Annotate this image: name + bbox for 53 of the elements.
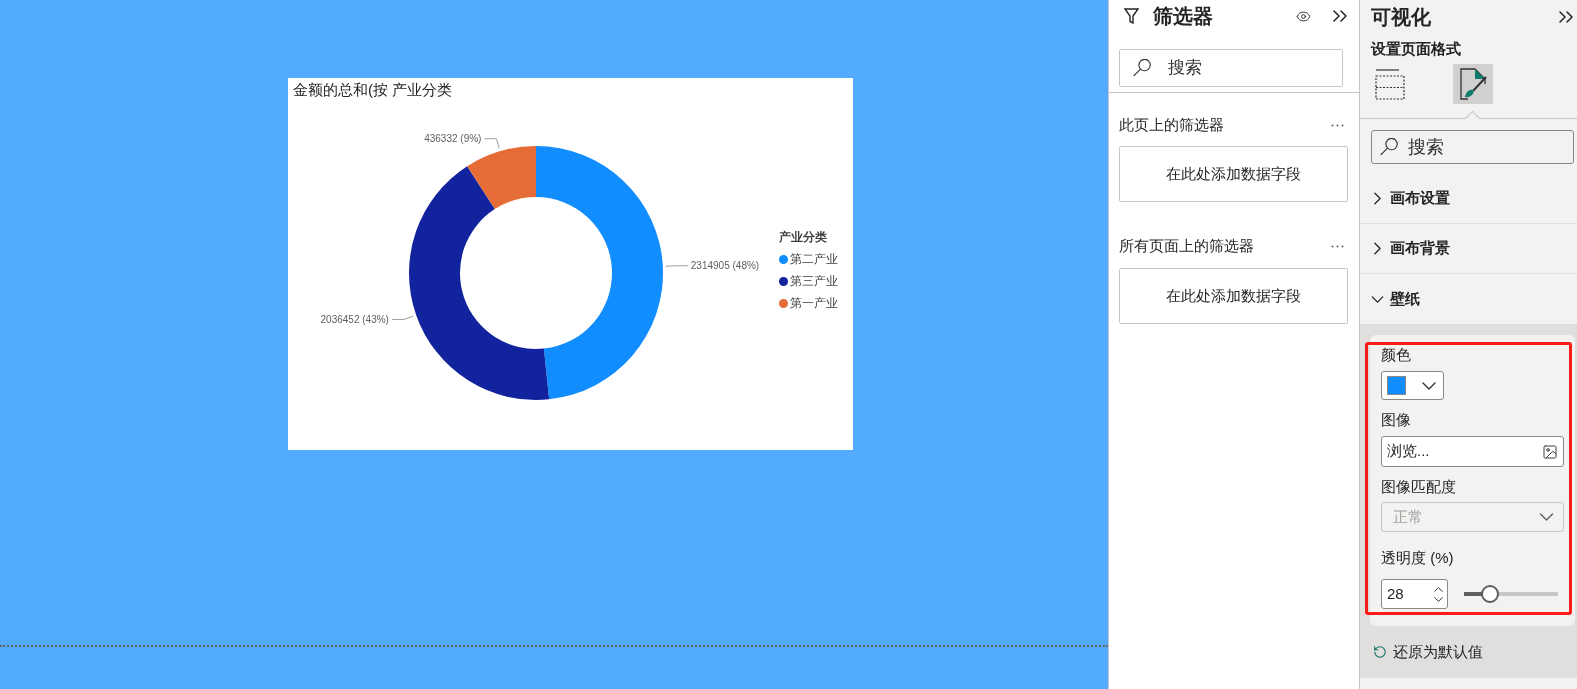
- search-field[interactable]: 搜索: [1371, 130, 1574, 164]
- section-header[interactable]: 画布背景: [1360, 224, 1577, 274]
- transparency-slider[interactable]: [1464, 585, 1558, 603]
- legend-label: 第三产业: [790, 273, 838, 289]
- eye-icon[interactable]: [1296, 8, 1311, 24]
- data-label: 2036452 (43%): [320, 313, 389, 325]
- data-label: 2314905 (48%): [690, 260, 760, 272]
- leader-line: [665, 265, 689, 267]
- color-dropdown[interactable]: [1381, 371, 1444, 400]
- drop-zone: 在此处添加数据字段: [1119, 268, 1348, 324]
- legend-marker-icon: [779, 254, 788, 264]
- leader-line: [483, 138, 500, 149]
- collapse-icon[interactable]: [1333, 10, 1348, 22]
- leader-line: [391, 315, 414, 320]
- dashed-rows-icon: [1375, 68, 1405, 100]
- pane-tab[interactable]: [1453, 64, 1493, 104]
- search-icon: [1380, 138, 1398, 156]
- data-label: 436332 (9%): [424, 133, 482, 145]
- field-label: 颜色: [1381, 345, 1412, 365]
- page-brush-icon: [1459, 68, 1487, 100]
- chart-title: 金额的总和(按 产业分类: [293, 81, 453, 99]
- search-field[interactable]: 搜索: [1119, 49, 1343, 87]
- filter-icon: [1124, 8, 1139, 24]
- section-header[interactable]: 画布设置: [1360, 174, 1577, 224]
- pane-subtitle: 设置页面格式: [1371, 39, 1461, 59]
- number-field[interactable]: 28: [1381, 579, 1448, 609]
- section-header[interactable]: 壁纸: [1360, 274, 1577, 324]
- pane-title: 筛选器: [1153, 4, 1213, 28]
- collapse-icon[interactable]: [1559, 11, 1574, 23]
- section-title: 所有页面上的筛选器: [1119, 236, 1254, 256]
- slider-thumb[interactable]: [1481, 585, 1500, 603]
- field-label: 透明度 (%): [1381, 548, 1455, 568]
- section-title: 此页上的筛选器: [1119, 115, 1224, 135]
- more-icon[interactable]: [1331, 123, 1344, 127]
- legend-marker-icon: [779, 276, 788, 286]
- field-label: 图像匹配度: [1381, 477, 1457, 497]
- legend-label: 第二产业: [790, 251, 838, 267]
- legend-label: 第一产业: [790, 295, 838, 311]
- chevron-down-icon: [1422, 381, 1436, 390]
- chevron-down-icon[interactable]: [1434, 596, 1443, 602]
- field-label: 图像: [1381, 410, 1412, 430]
- undo-arrow-icon[interactable]: [1373, 645, 1387, 659]
- drop-zone: 在此处添加数据字段: [1119, 146, 1348, 202]
- image-icon[interactable]: [1542, 443, 1558, 460]
- legend-title: 产业分类: [779, 229, 828, 245]
- chevron-up-icon[interactable]: [1434, 586, 1443, 592]
- file-field[interactable]: 浏览...: [1381, 436, 1564, 467]
- pane-title: 可视化: [1371, 5, 1431, 29]
- reset-link[interactable]: 还原为默认值: [1393, 642, 1483, 662]
- search-icon: [1133, 59, 1151, 77]
- chevron-down-icon: [1539, 513, 1554, 521]
- legend-marker-icon: [779, 298, 788, 308]
- more-icon[interactable]: [1331, 244, 1344, 248]
